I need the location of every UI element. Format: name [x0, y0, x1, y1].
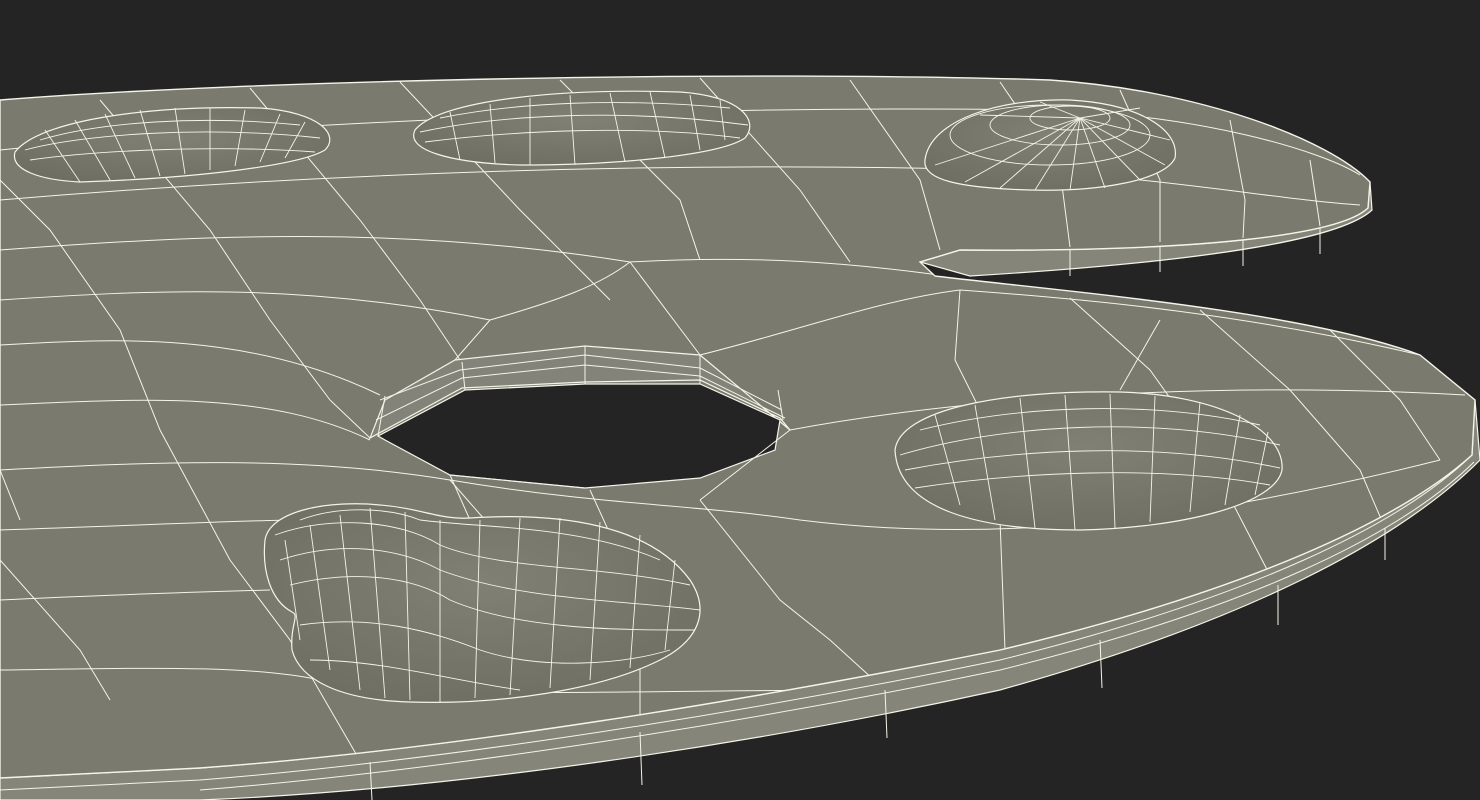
- render-viewport: [0, 0, 1480, 800]
- paint-blob-right: [894, 391, 1283, 531]
